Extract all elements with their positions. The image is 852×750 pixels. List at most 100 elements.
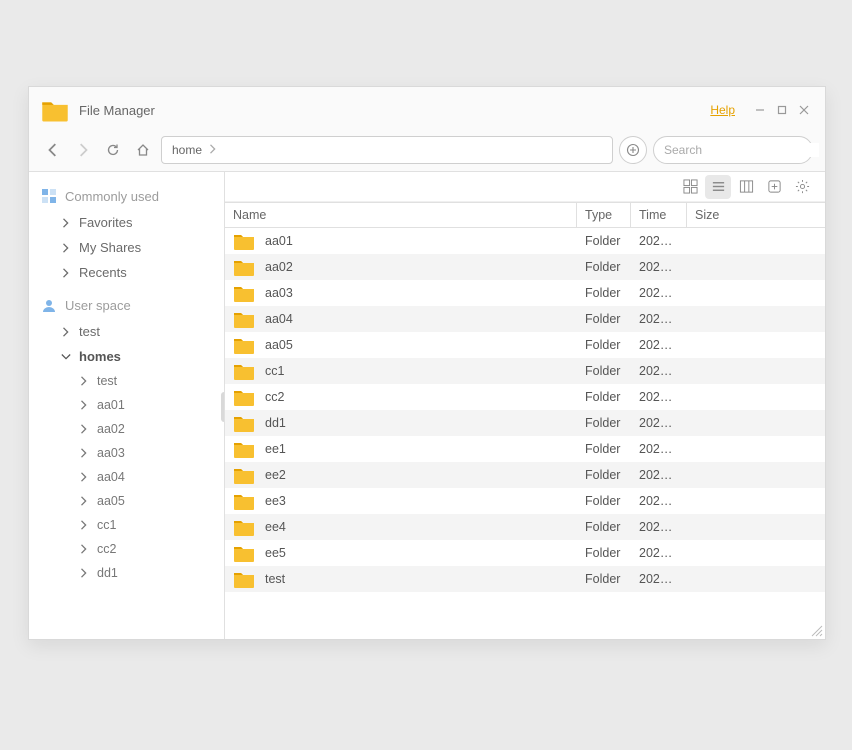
sidebar-subitem[interactable]: aa03 xyxy=(29,441,224,465)
breadcrumb-segment[interactable]: home xyxy=(172,143,202,157)
column-header-time[interactable]: Time xyxy=(631,203,687,227)
cell-name: ee2 xyxy=(225,466,577,484)
table-row[interactable]: dd1Folder2023/0... xyxy=(225,410,825,436)
new-button[interactable] xyxy=(761,175,787,199)
cell-type: Folder xyxy=(577,260,631,274)
view-columns-button[interactable] xyxy=(733,175,759,199)
minimize-button[interactable] xyxy=(749,99,771,121)
search-input[interactable] xyxy=(664,143,819,157)
column-header-size[interactable]: Size xyxy=(687,203,825,227)
sidebar-heading-commonly-used: Commonly used xyxy=(29,182,224,210)
sidebar-item-label: aa05 xyxy=(97,494,125,508)
sidebar-subitem[interactable]: aa04 xyxy=(29,465,224,489)
chevron-right-icon xyxy=(79,472,89,482)
settings-button[interactable] xyxy=(789,175,815,199)
sidebar-item-label: cc1 xyxy=(97,518,116,532)
file-name: aa02 xyxy=(265,260,293,274)
sidebar-subitem[interactable]: test xyxy=(29,369,224,393)
file-name: aa04 xyxy=(265,312,293,326)
sidebar-item-label: aa02 xyxy=(97,422,125,436)
sidebar-item-homes[interactable]: homes xyxy=(29,344,224,369)
sidebar-subitem[interactable]: aa05 xyxy=(29,489,224,513)
sidebar-item-label: My Shares xyxy=(79,240,141,255)
folder-icon xyxy=(233,440,255,458)
forward-button[interactable] xyxy=(71,138,95,162)
cell-name: test xyxy=(225,570,577,588)
cell-type: Folder xyxy=(577,416,631,430)
sidebar-item-favorites[interactable]: Favorites xyxy=(29,210,224,235)
cell-time: 2023/0... xyxy=(631,416,687,430)
table-row[interactable]: aa05Folder2023/0... xyxy=(225,332,825,358)
file-name: ee1 xyxy=(265,442,286,456)
folder-icon xyxy=(233,336,255,354)
back-button[interactable] xyxy=(41,138,65,162)
sidebar-item-label: aa01 xyxy=(97,398,125,412)
sidebar-subitem[interactable]: cc2 xyxy=(29,537,224,561)
search-box[interactable] xyxy=(653,136,813,164)
chevron-right-icon xyxy=(61,327,71,337)
main-area: Commonly used Favorites My Shares Recent… xyxy=(29,171,825,639)
sidebar-item-test[interactable]: test xyxy=(29,319,224,344)
sidebar-item-label: cc2 xyxy=(97,542,116,556)
sidebar-item-label: Recents xyxy=(79,265,127,280)
close-button[interactable] xyxy=(793,99,815,121)
file-name: ee2 xyxy=(265,468,286,482)
table-row[interactable]: cc2Folder2023/0... xyxy=(225,384,825,410)
table-row[interactable]: aa03Folder2023/0... xyxy=(225,280,825,306)
cell-type: Folder xyxy=(577,312,631,326)
table-row[interactable]: ee4Folder2023/1... xyxy=(225,514,825,540)
sidebar-item-my-shares[interactable]: My Shares xyxy=(29,235,224,260)
view-list-button[interactable] xyxy=(705,175,731,199)
view-grid-button[interactable] xyxy=(677,175,703,199)
sidebar-subitem[interactable]: aa02 xyxy=(29,417,224,441)
table-row[interactable]: cc1Folder2023/0... xyxy=(225,358,825,384)
sidebar-section-commonly-used: Commonly used Favorites My Shares Recent… xyxy=(29,178,224,287)
column-header-name[interactable]: Name xyxy=(225,203,577,227)
file-name: aa03 xyxy=(265,286,293,300)
table-row[interactable]: aa04Folder2023/0... xyxy=(225,306,825,332)
folder-icon xyxy=(233,414,255,432)
maximize-button[interactable] xyxy=(771,99,793,121)
column-header-type[interactable]: Type xyxy=(577,203,631,227)
table-row[interactable]: testFolder2023/1... xyxy=(225,566,825,592)
file-name: test xyxy=(265,572,285,586)
sidebar-subitem[interactable]: cc1 xyxy=(29,513,224,537)
help-link[interactable]: Help xyxy=(710,103,735,117)
cell-name: aa01 xyxy=(225,232,577,250)
cell-type: Folder xyxy=(577,520,631,534)
table-row[interactable]: ee1Folder2023/1... xyxy=(225,436,825,462)
file-name: cc2 xyxy=(265,390,284,404)
table-row[interactable]: aa01Folder2023/0... xyxy=(225,228,825,254)
file-name: ee4 xyxy=(265,520,286,534)
sidebar-item-recents[interactable]: Recents xyxy=(29,260,224,285)
upload-button[interactable] xyxy=(619,136,647,164)
home-button[interactable] xyxy=(131,138,155,162)
cell-name: aa05 xyxy=(225,336,577,354)
folder-icon xyxy=(233,544,255,562)
cell-name: aa04 xyxy=(225,310,577,328)
table-row[interactable]: ee5Folder2023/1... xyxy=(225,540,825,566)
cell-type: Folder xyxy=(577,234,631,248)
table-row[interactable]: ee3Folder2023/1... xyxy=(225,488,825,514)
titlebar: File Manager Help xyxy=(29,87,825,133)
resize-corner-icon[interactable] xyxy=(809,623,823,637)
sidebar-subitem[interactable]: dd1 xyxy=(29,561,224,585)
folder-icon xyxy=(233,362,255,380)
sidebar-subitem[interactable]: aa01 xyxy=(29,393,224,417)
cell-name: ee1 xyxy=(225,440,577,458)
table-header: Name Type Time Size xyxy=(225,202,825,228)
sidebar-section-user-space: User space test homes testaa01aa02aa03aa… xyxy=(29,287,224,587)
reload-button[interactable] xyxy=(101,138,125,162)
app-folder-icon xyxy=(41,98,69,122)
cell-name: ee3 xyxy=(225,492,577,510)
cell-time: 2023/1... xyxy=(631,546,687,560)
file-manager-window: File Manager Help home Commonly used xyxy=(28,86,826,640)
cell-time: 2023/1... xyxy=(631,494,687,508)
cell-type: Folder xyxy=(577,546,631,560)
cell-type: Folder xyxy=(577,286,631,300)
sidebar-item-label: dd1 xyxy=(97,566,118,580)
chevron-right-icon xyxy=(61,268,71,278)
table-row[interactable]: ee2Folder2023/1... xyxy=(225,462,825,488)
breadcrumb[interactable]: home xyxy=(161,136,613,164)
table-row[interactable]: aa02Folder2023/0... xyxy=(225,254,825,280)
